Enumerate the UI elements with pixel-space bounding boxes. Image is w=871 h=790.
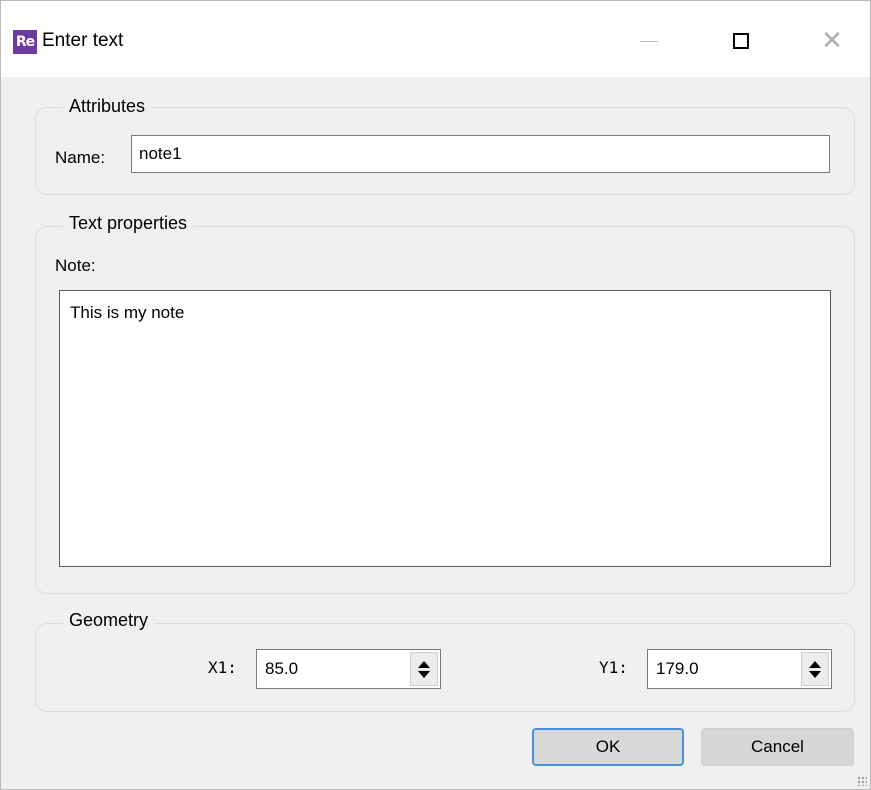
y1-increment-icon[interactable] [809, 660, 821, 668]
y1-decrement-icon[interactable] [809, 670, 821, 678]
ok-button[interactable]: OK [532, 728, 684, 766]
text-properties-group-title: Text properties [63, 213, 194, 234]
note-textarea-value: This is my note [70, 303, 185, 322]
attributes-group-title: Attributes [63, 96, 152, 117]
cancel-button[interactable]: Cancel [701, 728, 854, 766]
x1-spinbox[interactable]: 85.0 [256, 649, 441, 689]
name-input-value: note1 [139, 144, 182, 163]
app-logo-icon: Re [13, 30, 37, 54]
resize-grip-icon[interactable] [857, 776, 867, 786]
name-label: Name: [55, 148, 106, 167]
y1-spinbox[interactable]: 179.0 [647, 649, 832, 689]
minimize-button[interactable] [626, 21, 672, 61]
window-title: Enter text [42, 30, 124, 51]
y1-stepper[interactable] [801, 652, 829, 686]
note-label: Note: [55, 256, 96, 275]
minimize-icon [640, 40, 658, 42]
x1-increment-icon[interactable] [418, 660, 430, 668]
close-icon: ✕ [821, 26, 843, 56]
geometry-group-title: Geometry [63, 610, 155, 631]
y1-value: 179.0 [656, 659, 699, 678]
y1-label: Y1: [599, 658, 628, 677]
x1-stepper[interactable] [410, 652, 438, 686]
x1-label: X1: [208, 658, 237, 677]
enter-text-dialog: Re Enter text ✕ Attributes Name: note1 T… [0, 0, 871, 790]
name-input[interactable]: note1 [131, 135, 830, 173]
note-textarea[interactable]: This is my note [59, 290, 831, 567]
x1-decrement-icon[interactable] [418, 670, 430, 678]
title-bar[interactable]: Re Enter text ✕ [1, 1, 870, 77]
maximize-button[interactable] [718, 21, 764, 61]
x1-value: 85.0 [265, 659, 299, 678]
maximize-icon [733, 33, 749, 49]
close-button[interactable]: ✕ [809, 21, 855, 61]
